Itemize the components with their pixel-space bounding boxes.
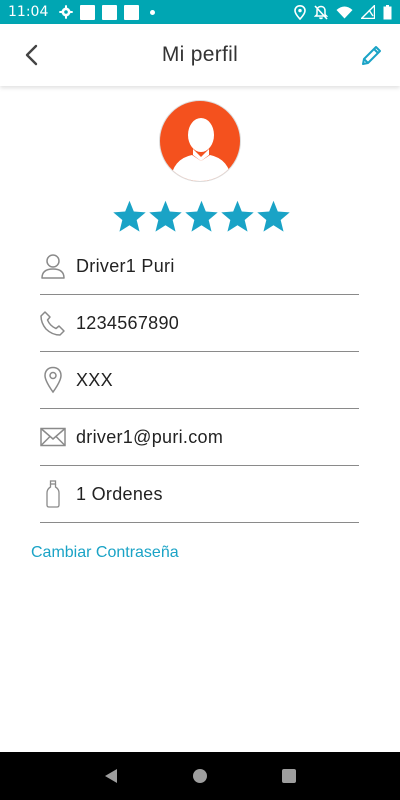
location-status-icon [294, 4, 306, 20]
pencil-icon [362, 46, 381, 65]
signal-icon [361, 5, 375, 19]
mail-icon [40, 422, 66, 452]
circle-home-icon [192, 769, 207, 783]
user-silhouette-icon [170, 118, 232, 181]
field-name: Driver1 Puri [40, 238, 359, 295]
field-phone: 1234567890 [40, 295, 359, 352]
nav-back-button[interactable] [91, 756, 131, 796]
profile-field-list: Driver1 Puri 1234567890 XXX driver1@puri… [40, 238, 359, 523]
nav-recents-button[interactable] [269, 756, 309, 796]
field-phone-value: 1234567890 [76, 312, 180, 333]
system-nav-bar [0, 752, 400, 800]
rating-stars [112, 200, 291, 233]
star-icon [185, 200, 218, 232]
edit-profile-button[interactable] [358, 41, 386, 69]
status-right [294, 4, 392, 20]
star-icon [221, 200, 254, 232]
star-icon [113, 200, 146, 232]
phone-icon [40, 308, 66, 338]
star-icon [257, 200, 290, 232]
field-address-value: XXX [76, 369, 113, 390]
location-pin-icon [40, 365, 66, 395]
notification-square-icon [102, 4, 118, 20]
change-password-link[interactable]: Cambiar Contraseña [31, 544, 179, 562]
field-orders-value: 1 Ordenes [76, 483, 163, 504]
page-title: Mi perfil [161, 43, 239, 66]
nav-home-button[interactable] [180, 756, 220, 796]
avatar[interactable] [159, 100, 241, 182]
chevron-left-icon [25, 44, 38, 66]
square-recents-icon [282, 769, 297, 783]
field-email-value: driver1@puri.com [76, 426, 224, 447]
status-left: 11:04 [8, 4, 156, 20]
field-email: driver1@puri.com [40, 409, 359, 466]
field-name-value: Driver1 Puri [76, 255, 175, 276]
battery-icon [383, 4, 392, 19]
person-icon [40, 251, 66, 281]
back-button[interactable] [18, 42, 44, 68]
app-bar: Mi perfil [0, 24, 400, 86]
bottle-icon [40, 479, 66, 509]
star-icon [149, 200, 182, 232]
wifi-icon [336, 6, 353, 18]
mute-bell-icon [314, 4, 328, 20]
notification-square-icon [124, 4, 140, 20]
more-notifications-dot-icon [150, 9, 156, 15]
settings-icon [59, 5, 74, 19]
triangle-back-icon [104, 769, 117, 783]
status-time: 11:04 [8, 4, 49, 20]
field-address: XXX [40, 352, 359, 409]
field-orders: 1 Ordenes [40, 466, 359, 523]
notification-square-icon [80, 4, 96, 20]
status-bar: 11:04 [0, 0, 400, 24]
